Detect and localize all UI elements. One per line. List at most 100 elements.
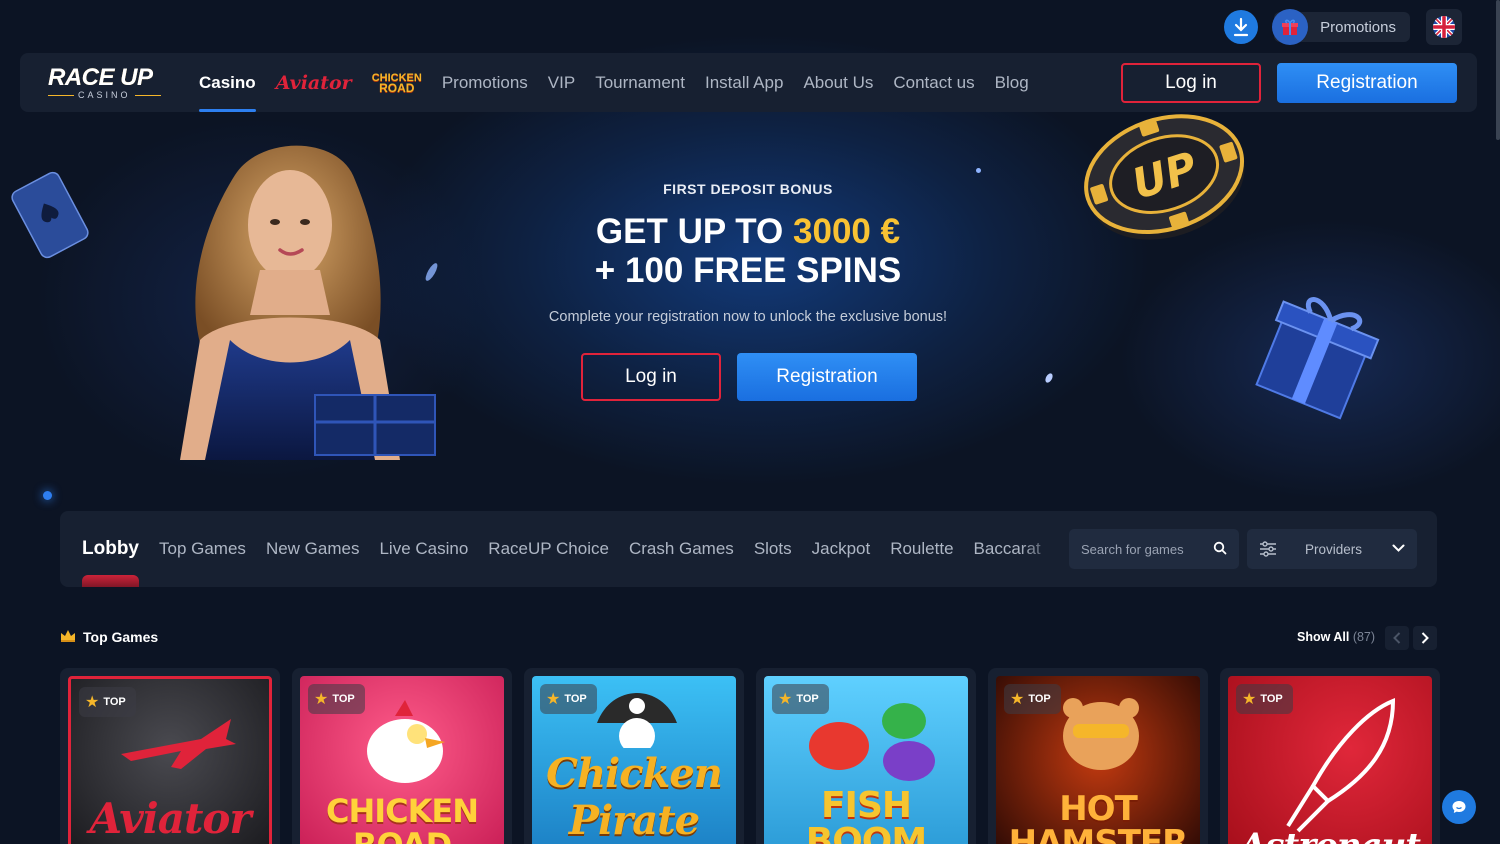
hero-title-prefix: GET UP TO xyxy=(595,212,794,251)
show-all-link[interactable]: Show All (87) xyxy=(1297,630,1375,644)
game-card-aviator[interactable]: Aviator ★ TOP xyxy=(60,668,280,844)
carousel-next-button[interactable] xyxy=(1413,626,1437,650)
tabs-fade xyxy=(1020,511,1060,587)
top-badge-label: TOP xyxy=(332,693,355,705)
top-games-header: Top Games Show All (87) xyxy=(60,626,1437,650)
nav-item-promotions[interactable]: Promotions xyxy=(442,53,528,112)
airplane-icon xyxy=(121,719,236,769)
nav-item-aviator[interactable]: Aviator xyxy=(276,72,352,94)
game-title: Astronaut xyxy=(1228,826,1432,844)
nav-item-vip[interactable]: VIP xyxy=(548,53,575,112)
promotions-pill-label: Promotions xyxy=(1320,18,1396,36)
crown-icon xyxy=(61,630,75,642)
playing-card-decoration xyxy=(11,171,89,259)
utility-bar: Promotions xyxy=(1224,9,1462,45)
game-card-fish-boom[interactable]: FISH BOOM ★ TOP xyxy=(756,668,976,844)
game-card-chicken-road[interactable]: CHICKEN ROAD ★TOP xyxy=(292,668,512,844)
search-placeholder: Search for games xyxy=(1081,541,1184,557)
game-thumbnail: Aviator ★ TOP xyxy=(68,676,272,844)
nav-item-about-us[interactable]: About Us xyxy=(803,53,873,112)
top-badge-label: TOP xyxy=(1260,693,1283,705)
nav-item-casino[interactable]: Casino xyxy=(199,53,256,112)
hero-woman-illustration xyxy=(180,145,436,460)
game-thumbnail: HOT HAMSTER ★ TOP xyxy=(996,676,1200,844)
tab-roulette[interactable]: Roulette xyxy=(890,511,953,587)
chevron-left-icon xyxy=(1393,632,1401,644)
game-thumbnail: Astronaut ★TOP xyxy=(1228,676,1432,844)
nav-item-contact-us[interactable]: Contact us xyxy=(893,53,974,112)
nav-item-tournament[interactable]: Tournament xyxy=(595,53,685,112)
nav-item-chicken-road[interactable]: CHICKEN ROAD xyxy=(372,72,422,95)
top-badge: ★ TOP xyxy=(1236,684,1293,714)
hero-registration-button[interactable]: Registration xyxy=(737,353,917,401)
star-icon: ★ xyxy=(314,691,329,708)
tab-crash-games[interactable]: Crash Games xyxy=(629,511,734,587)
header-login-button[interactable]: Log in xyxy=(1121,63,1261,103)
hero-title: GET UP TO 3000 € + 100 FREE SPINS xyxy=(498,212,998,290)
gift-icon xyxy=(1272,9,1309,45)
page-scrollbar[interactable] xyxy=(1496,0,1500,140)
tab-top-games[interactable]: Top Games xyxy=(159,511,246,587)
tab-new-games[interactable]: New Games xyxy=(266,511,360,587)
top-badge: ★ TOP xyxy=(79,687,136,717)
download-icon xyxy=(1234,17,1249,37)
nav-links: Casino Aviator CHICKEN ROAD Promotions V… xyxy=(199,53,1049,112)
game-card-chicken-pirate[interactable]: Chicken Pirate ★ TOP xyxy=(524,668,744,844)
providers-dropdown[interactable]: Providers xyxy=(1247,529,1417,569)
chat-bubble-icon xyxy=(1452,801,1466,813)
star-icon: ★ xyxy=(546,691,561,708)
chicken-road-logo-line2: ROAD xyxy=(379,80,415,95)
carousel-prev-button[interactable] xyxy=(1385,626,1409,650)
search-input[interactable]: Search for games xyxy=(1069,529,1239,569)
tab-jackpot[interactable]: Jackpot xyxy=(812,511,871,587)
logo-text: RACE UP xyxy=(48,64,153,91)
support-chat-button[interactable] xyxy=(1442,790,1476,824)
logo-subtext: CASINO xyxy=(78,90,131,100)
game-card-hot-hamster[interactable]: HOT HAMSTER ★ TOP xyxy=(988,668,1208,844)
star-icon: ★ xyxy=(778,691,793,708)
language-selector[interactable] xyxy=(1426,9,1462,45)
promotions-pill-button[interactable]: Promotions xyxy=(1272,9,1410,45)
star-icon: ★ xyxy=(1242,691,1257,708)
site-logo[interactable]: RACE UP CASINO xyxy=(48,65,168,101)
hero-subtitle: FIRST DEPOSIT BONUS xyxy=(663,181,833,197)
sparkle-dot xyxy=(976,168,981,173)
hamster-icon xyxy=(1063,698,1139,770)
hero-login-button[interactable]: Log in xyxy=(581,353,721,401)
hero-description: Complete your registration now to unlock… xyxy=(548,309,948,325)
nav-item-blog[interactable]: Blog xyxy=(995,53,1029,112)
tab-live-casino[interactable]: Live Casino xyxy=(379,511,468,587)
nav-item-install-app[interactable]: Install App xyxy=(705,53,783,112)
tab-slots[interactable]: Slots xyxy=(754,511,792,587)
game-thumbnail: CHICKEN ROAD ★TOP xyxy=(300,676,504,844)
game-title: HOT HAMSTER xyxy=(1008,789,1189,844)
top-games-title: Top Games xyxy=(83,629,159,645)
header-registration-button[interactable]: Registration xyxy=(1277,63,1457,103)
game-title: CHICKEN ROAD xyxy=(325,792,479,844)
top-badge: ★ TOP xyxy=(1004,684,1061,714)
up-chip-decoration: UP xyxy=(1084,114,1245,240)
top-badge: ★ TOP xyxy=(772,684,829,714)
providers-label: Providers xyxy=(1305,541,1363,557)
show-all-label: Show All xyxy=(1297,630,1350,644)
game-card-astronaut[interactable]: Astronaut ★TOP xyxy=(1220,668,1440,844)
uk-flag-icon xyxy=(1433,16,1455,38)
top-badge: ★ TOP xyxy=(308,684,365,714)
pirate-hat-icon xyxy=(597,693,677,748)
download-app-button[interactable] xyxy=(1224,10,1259,44)
game-title: Aviator xyxy=(89,794,252,843)
hero-title-line2: + 100 FREE SPINS xyxy=(594,251,902,290)
main-navigation: RACE UP CASINO Casino Aviator CHICKEN RO… xyxy=(20,53,1477,112)
top-badge: ★ TOP xyxy=(540,684,597,714)
sparkle-dot xyxy=(43,491,52,500)
search-icon[interactable] xyxy=(1213,541,1227,555)
top-badge-label: TOP xyxy=(564,693,587,705)
top-badge-label: TOP xyxy=(1028,693,1051,705)
hero-title-amount: 3000 € xyxy=(793,212,901,251)
game-title: FISH BOOM xyxy=(805,785,927,844)
gift-box-decoration xyxy=(1255,297,1380,420)
tab-lobby[interactable]: Lobby xyxy=(82,511,139,587)
game-thumbnail: FISH BOOM ★ TOP xyxy=(764,676,968,844)
show-all-count: (87) xyxy=(1352,630,1376,644)
tab-raceup-choice[interactable]: RaceUP Choice xyxy=(488,511,609,587)
